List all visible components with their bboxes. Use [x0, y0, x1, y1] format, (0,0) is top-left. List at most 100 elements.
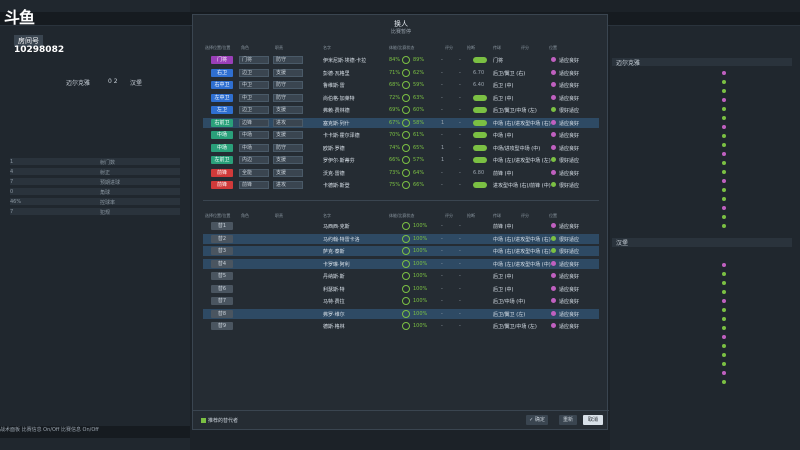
rating-pill: [473, 94, 487, 101]
duty-select[interactable]: 支援: [273, 156, 303, 164]
duty-select[interactable]: 支援: [273, 131, 303, 139]
player-name[interactable]: 欧斯·罗德: [323, 145, 345, 152]
player-name[interactable]: 卡卡斯·霍尔泽德: [323, 132, 360, 139]
role-select[interactable]: 中卫: [239, 81, 269, 89]
player-name[interactable]: 弗罗·维尔: [323, 311, 345, 318]
position-badge[interactable]: 左中卫: [211, 93, 233, 102]
cancel-button[interactable]: 取消: [583, 415, 603, 425]
starter-row[interactable]: 左前卫 内边 支援 罗伊尔·斯蒂芬 66% 57% 1 - 中场 (左)/进攻型中场 (左) 很好…: [203, 155, 599, 165]
player-name[interactable]: 弗赖·费林德: [323, 107, 350, 114]
player-name[interactable]: 尚伯格·加莱特: [323, 95, 355, 102]
sub-row[interactable]: 替1 马西西·克斯 100% - - 前锋 (中) 适应良好: [203, 221, 599, 231]
player-name[interactable]: 萨克·泰斯: [323, 248, 345, 255]
duty-select[interactable]: 防守: [273, 81, 303, 89]
player-name[interactable]: 马约翰·特雷卡洛: [323, 236, 360, 243]
sub-row[interactable]: 替2 马约翰·特雷卡洛 100% - - 中场 (右)/进攻型中场 (右) 很好适应: [203, 233, 599, 244]
sub-row[interactable]: 替6 利瑟斯·特 100% - - 后卫 (中) 适应良好: [203, 284, 599, 294]
starter-row[interactable]: 右中卫 中卫 防守 鲁维斯·雷 68% 59% - - 6.40 后卫 (中) 适应良好: [203, 80, 599, 90]
player-name[interactable]: 鲁维斯·雷: [323, 82, 345, 89]
sub-row[interactable]: 替3 萨克·泰斯 100% - - 中场 (右)/进攻型中场 (右) 很好适应: [203, 246, 599, 256]
duty-select[interactable]: 防守: [273, 56, 303, 64]
sub-badge[interactable]: 替3: [211, 247, 233, 255]
position-badge[interactable]: 右前卫: [211, 118, 233, 127]
sub-row[interactable]: 替8 弗罗·维尔 100% - - 后卫/翼卫 (左) 适应良好: [203, 308, 599, 319]
player-name[interactable]: 沃克·雷德: [323, 170, 345, 177]
starter-row[interactable]: 中场 中场 防守 欧斯·罗德 74% 65% 1- 中场/进攻型中场 (中) 适应良好: [203, 143, 599, 153]
position-badge[interactable]: 中场: [211, 131, 233, 139]
auto-sub-toggle[interactable]: 推荐的替代者: [201, 417, 238, 424]
reset-button[interactable]: 重新: [559, 415, 577, 425]
position-badge[interactable]: 门将: [211, 56, 233, 64]
sub-row[interactable]: 替5 丹纳斯·斯 100% - - 后卫 (中) 适应良好: [203, 271, 599, 281]
right-row: [612, 280, 792, 287]
starter-row[interactable]: 左卫 边卫 支援 弗赖·费林德 69% 60% - - 后卫/翼卫/中场 (左) 很好适应: [203, 105, 599, 115]
status-dot: [722, 308, 726, 312]
right-row: [612, 271, 792, 278]
duty-select[interactable]: 支援: [273, 168, 303, 177]
position-badge[interactable]: 前锋: [211, 168, 233, 177]
position-badge[interactable]: 左卫: [211, 106, 233, 114]
starter-row[interactable]: 前锋 全能 支援 沃克·雷德 73% 64% - - 6.80 前锋 (中) 适应良好: [203, 168, 599, 178]
duty-select[interactable]: 进攻: [273, 118, 303, 127]
player-name[interactable]: 罗伊尔·斯蒂芬: [323, 157, 355, 164]
role-select[interactable]: 全能: [239, 168, 269, 177]
sub-badge[interactable]: 替6: [211, 284, 233, 293]
role-select[interactable]: 边锋: [239, 118, 269, 127]
player-name[interactable]: 德斯·格林: [323, 323, 345, 330]
player-name[interactable]: 伊米尼斯·埃德·卡拉: [323, 57, 366, 64]
starter-row[interactable]: 左中卫 中卫 防守 尚伯格·加莱特 72% 63% - - 后卫 (中) 适应良好: [203, 93, 599, 103]
role-select[interactable]: 边卫: [239, 106, 269, 114]
sub-row[interactable]: 替9 德斯·格林 100% - - 后卫/翼卫/中场 (左) 适应良好: [203, 321, 599, 331]
column-header: 选择位置/位置: [205, 45, 231, 50]
fitness-percent: 72%: [389, 94, 401, 101]
duty-select[interactable]: 防守: [273, 93, 303, 102]
starter-row[interactable]: 门将 门将 防守 伊米尼斯·埃德·卡拉 84% 89% - - 门将 适应良好: [203, 55, 599, 65]
starter-row[interactable]: 前锋 前锋 进攻 卡德斯·斯登 75% 66% - - 进攻型中场 (右)/前锋 (中) 很好适应: [203, 180, 599, 190]
sub-badge[interactable]: 替9: [211, 322, 233, 330]
sub-badge[interactable]: 替2: [211, 234, 233, 243]
player-name[interactable]: 卡罗琳·阿利: [323, 261, 350, 268]
stat-tackles: -: [441, 248, 443, 254]
sub-badge[interactable]: 替7: [211, 297, 233, 305]
sub-row[interactable]: 替4 卡罗琳·阿利 100% - - 中场 (左)/进攻型中场 (中) 适应良好: [203, 258, 599, 269]
bottom-bar[interactable]: 战术面板 比赛信息 On/Off 比赛信息 On/Off: [0, 426, 190, 438]
role-select[interactable]: 内边: [239, 156, 269, 164]
role-select[interactable]: 前锋: [239, 181, 269, 189]
player-position: 中场/进攻型中场 (中): [493, 145, 541, 152]
player-name[interactable]: 卡德斯·斯登: [323, 182, 350, 189]
role-select[interactable]: 中卫: [239, 93, 269, 102]
role-select[interactable]: 中场: [239, 131, 269, 139]
sub-badge[interactable]: 替4: [211, 259, 233, 268]
player-status: 很好适应: [559, 249, 580, 255]
checkbox-icon[interactable]: [201, 418, 206, 423]
column-header: 位置: [549, 45, 557, 50]
sub-row[interactable]: 替7 马特·费拉 100% - - 后卫/中场 (中) 适应良好: [203, 296, 599, 306]
sub-badge[interactable]: 替1: [211, 222, 233, 230]
starter-row[interactable]: 右卫 边卫 支援 彭德·瓦格里 71% 62% - - 6.70 后卫/翼卫 (右) 适应良好: [203, 68, 599, 78]
role-select[interactable]: 边卫: [239, 68, 269, 77]
player-name[interactable]: 利瑟斯·特: [323, 286, 345, 293]
position-badge[interactable]: 右中卫: [211, 81, 233, 89]
player-name[interactable]: 丹纳斯·斯: [323, 273, 345, 280]
position-badge[interactable]: 前锋: [211, 181, 233, 189]
duty-select[interactable]: 支援: [273, 68, 303, 77]
starter-row[interactable]: 中场 中场 支援 卡卡斯·霍尔泽德 70% 61% - - 中场 (中) 适应良好: [203, 130, 599, 140]
sub-badge[interactable]: 替8: [211, 309, 233, 318]
stat-passes: -: [459, 157, 461, 163]
position-badge[interactable]: 中场: [211, 143, 233, 152]
player-name[interactable]: 彭德·瓦格里: [323, 70, 350, 77]
duty-select[interactable]: 进攻: [273, 181, 303, 189]
player-name[interactable]: 塞克斯·列什: [323, 120, 350, 127]
player-name[interactable]: 马西西·克斯: [323, 223, 350, 230]
position-badge[interactable]: 右卫: [211, 68, 233, 77]
condition-ring-icon: [402, 309, 410, 318]
confirm-button[interactable]: ✓ 确定: [526, 415, 548, 425]
starter-row[interactable]: 右前卫 边锋 进攻 塞克斯·列什 67% 58% 1 - 中场 (右)/进攻型中场 (右) 适应良…: [203, 117, 599, 128]
position-badge[interactable]: 左前卫: [211, 156, 233, 164]
role-select[interactable]: 中场: [239, 143, 269, 152]
duty-select[interactable]: 支援: [273, 106, 303, 114]
duty-select[interactable]: 防守: [273, 143, 303, 152]
sub-badge[interactable]: 替5: [211, 272, 233, 280]
role-select[interactable]: 门将: [239, 56, 269, 64]
player-name[interactable]: 马特·费拉: [323, 298, 345, 305]
